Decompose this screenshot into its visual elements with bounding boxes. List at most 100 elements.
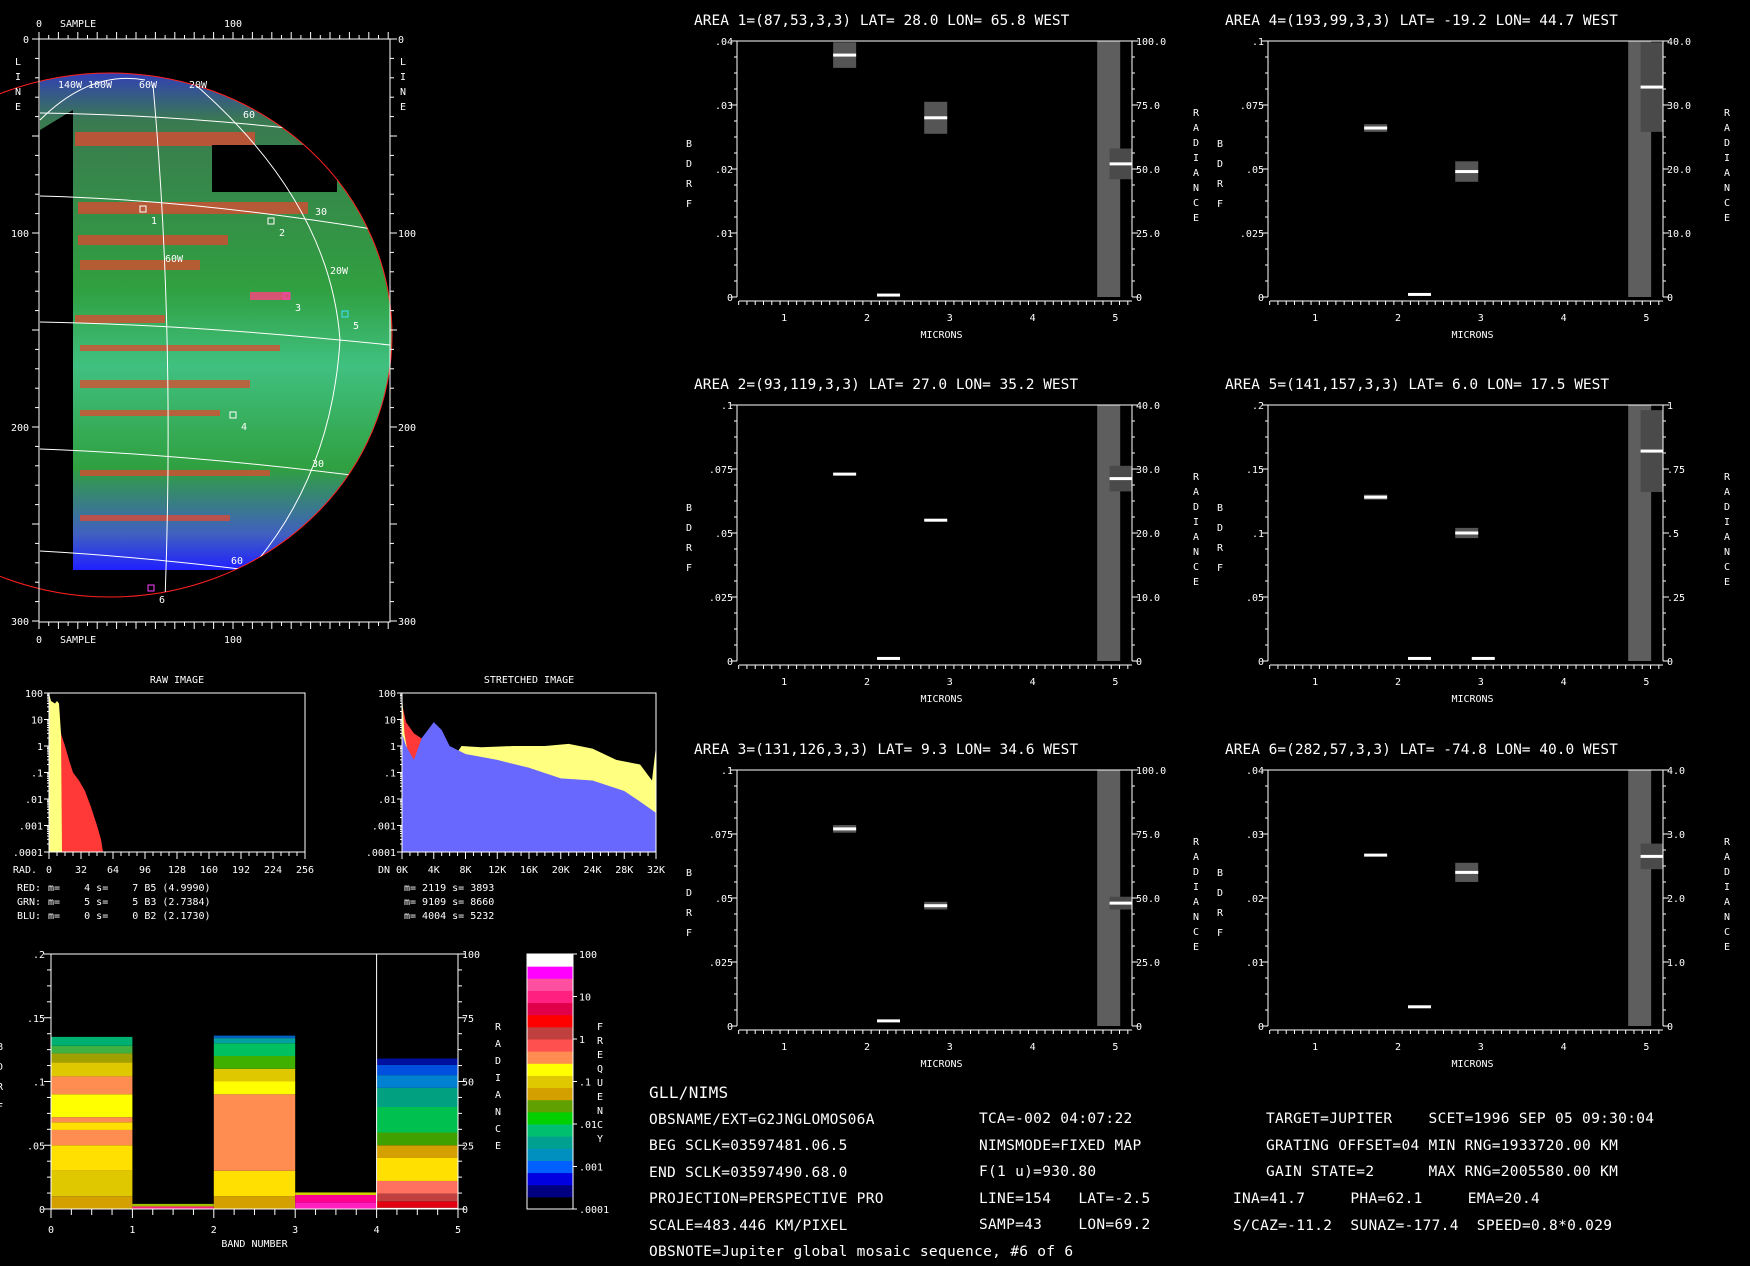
band-x-tick-label: 4 — [374, 1225, 380, 1236]
area-marker-box[interactable] — [147, 584, 155, 592]
band-x-tick-label: 0 — [48, 1225, 54, 1236]
bdrf-mark[interactable] — [1408, 656, 1432, 660]
bdrf-mark[interactable] — [833, 472, 857, 476]
bdrf-mark[interactable] — [1364, 126, 1388, 130]
line-tick-label: 200 — [398, 423, 416, 434]
histogram-y-tick-label: 10 — [384, 716, 396, 727]
band-4-stripe — [376, 1107, 458, 1133]
bdrf-mark[interactable] — [833, 827, 857, 831]
bdrf-mark[interactable] — [877, 293, 901, 297]
stat-channel-label: RED: — [17, 883, 41, 894]
stat-channel-label: GRN: — [17, 897, 41, 908]
radiance-tick-label: 100.0 — [1136, 766, 1166, 777]
area-marker-label: 2 — [279, 228, 285, 239]
band-y-tick-label: .05 — [27, 1141, 45, 1152]
colorbar-swatch — [527, 1160, 573, 1174]
jupiter-mosaic-image[interactable] — [40, 60, 400, 570]
info-line: SAMP=43 LON=69.2 — [979, 1217, 1151, 1233]
bdrf-mark[interactable] — [1364, 853, 1388, 857]
radiance-tick-label: .75 — [1667, 465, 1685, 476]
bdrf-tick-label: 0 — [727, 657, 733, 668]
band-3-stripe — [295, 1192, 377, 1195]
band-2-stripe — [213, 1068, 296, 1082]
grid-label: 20W — [330, 266, 349, 277]
grid-label: 30 — [312, 459, 324, 470]
stat-channel-label: BLU: — [17, 911, 41, 922]
radiance-mark — [1109, 477, 1132, 481]
grid-label: 60W — [139, 80, 158, 91]
micron-tick-label: 4 — [1561, 313, 1567, 324]
info-line: GAIN STATE=2 MAX RNG=2005580.00 KM — [1266, 1164, 1619, 1180]
histogram-axis-label: DN — [378, 865, 390, 876]
area-5-title: AREA 5=(141,157,3,3) LAT= 6.0 LON= 17.5 … — [1225, 377, 1609, 393]
bdrf-mark[interactable] — [1455, 531, 1479, 535]
bdrf-mark[interactable] — [1408, 1005, 1432, 1009]
sample-axis-label: SAMPLE — [60, 635, 96, 646]
bdrf-mark[interactable] — [924, 904, 948, 908]
bdrf-mark[interactable] — [877, 656, 901, 660]
histogram-x-tick-label: 192 — [232, 865, 250, 876]
histogram-x-tick-label: 96 — [139, 865, 151, 876]
colorbar-tick-label: .0001 — [579, 1205, 609, 1216]
info-line: F(1 u)=930.80 — [979, 1164, 1097, 1180]
histogram-x-tick-label: 224 — [264, 865, 282, 876]
raw-stat-values: m= 0 s= 0 B2 (2.1730) — [42, 911, 211, 922]
bdrf-mark[interactable] — [924, 116, 948, 120]
sample-tick-label: 0 — [36, 635, 42, 646]
info-mid: TCA=-002 04:07:22 NIMSMODE=FIXED MAP F(1 u… — [979, 1106, 1151, 1239]
bdrf-tick-label: .025 — [709, 593, 733, 604]
radiance-tick-label: 0 — [1667, 657, 1673, 668]
band-0-stripe — [51, 1129, 133, 1146]
area-marker-label: 5 — [353, 321, 359, 332]
radiance-tick-label: 30.0 — [1136, 465, 1160, 476]
line-tick-label: 0 — [23, 35, 29, 46]
micron-tick-label: 5 — [1643, 677, 1649, 688]
area-marker-label: 4 — [241, 422, 247, 433]
bdrf-mark[interactable] — [1455, 170, 1479, 174]
bdrf-mark[interactable] — [924, 518, 948, 522]
micron-tick-label: 5 — [1643, 313, 1649, 324]
band-y-tick-label: .1 — [33, 1078, 45, 1089]
grid-label: 30 — [315, 207, 327, 218]
band-x-tick-label: 1 — [129, 1225, 135, 1236]
band-0-stripe — [51, 1122, 133, 1130]
radiance-tick-label: 20.0 — [1667, 165, 1691, 176]
histogram-x-tick-label: 160 — [200, 865, 218, 876]
band-0-stripe — [51, 1170, 133, 1197]
histogram-y-tick-label: .0001 — [13, 848, 43, 859]
histogram-x-tick-label: 32K — [647, 865, 665, 876]
band-1-stripe — [132, 1203, 214, 1207]
bdrf-mark[interactable] — [1455, 870, 1479, 874]
sample-axis-label: SAMPLE — [60, 19, 96, 30]
micron-tick-label: 2 — [1395, 313, 1401, 324]
histogram-title: STRETCHED IMAGE — [484, 675, 574, 686]
radiance-mark — [1640, 85, 1663, 89]
bdrf-mark[interactable] — [1364, 495, 1388, 499]
bdrf-tick-label: .05 — [1246, 165, 1264, 176]
band-2-stripe — [213, 1094, 296, 1171]
bdrf-mark[interactable] — [1471, 656, 1495, 660]
grid-label: 100W — [88, 80, 113, 91]
bdrf-tick-label: .025 — [1240, 229, 1264, 240]
colorbar-swatch — [527, 1148, 573, 1161]
radiance-tick-label: 10.0 — [1667, 229, 1691, 240]
histogram-y-tick-label: .001 — [19, 822, 43, 833]
bdrf-mark[interactable] — [877, 1019, 901, 1023]
radiance-axis-label: RADIANCE — [1191, 472, 1202, 592]
bdrf-tick-label: .1 — [1252, 529, 1264, 540]
band-r-axis-label: RADIANCE — [493, 1022, 504, 1158]
area-1-title: AREA 1=(87,53,3,3) LAT= 28.0 LON= 65.8 W… — [694, 13, 1070, 29]
bdrf-mark[interactable] — [833, 53, 857, 57]
line-tick-label: 100 — [11, 229, 29, 240]
radiance-tick-label: 0 — [1136, 657, 1142, 668]
colorbar-swatch — [527, 954, 573, 967]
bdrf-tick-label: .075 — [709, 830, 733, 841]
info-right: TARGET=JUPITER SCET=1996 SEP 05 09:30:04… — [1266, 1106, 1654, 1186]
bdrf-axis-label: BDRF — [684, 139, 695, 219]
bdrf-mark[interactable] — [1408, 292, 1432, 296]
radiance-tick-label: 2.0 — [1667, 894, 1685, 905]
histogram-x-tick-label: 0 — [46, 865, 52, 876]
histogram-y-tick-label: 1 — [37, 742, 43, 753]
micron-tick-label: 3 — [947, 677, 953, 688]
colorbar-swatch — [527, 1136, 573, 1149]
